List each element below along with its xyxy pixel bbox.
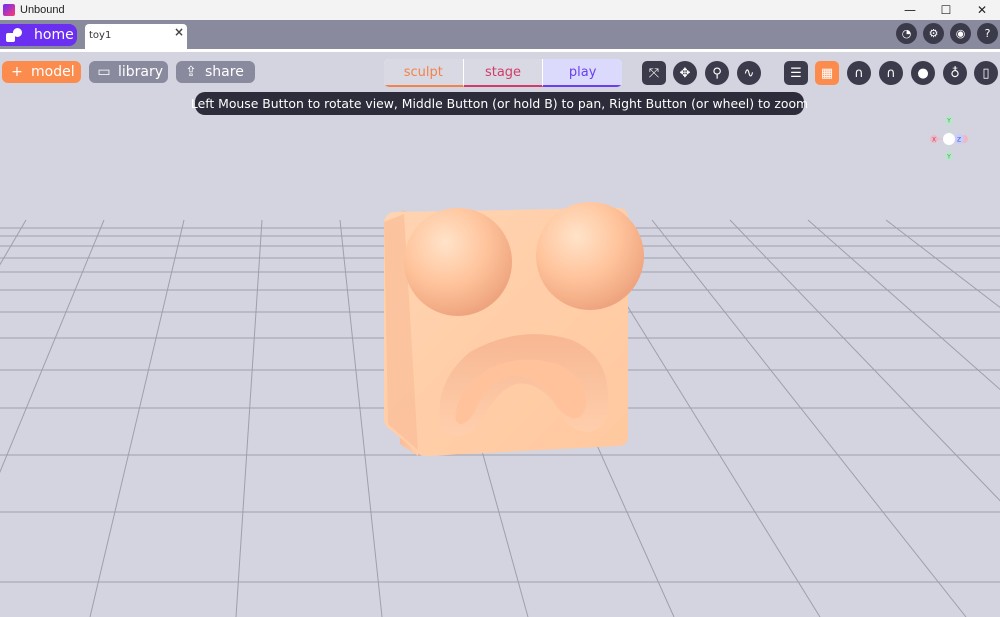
curve-icon[interactable]: ∿: [737, 61, 761, 85]
orientation-gizmo[interactable]: Y X Z Y: [924, 114, 974, 164]
bookmark-icon[interactable]: ▯: [974, 61, 998, 85]
grid-icon[interactable]: ▦: [815, 61, 839, 85]
header-icon-group: ◔ ⚙ ◉?: [896, 23, 998, 44]
home-shapes-icon: [6, 28, 22, 42]
tab-toy1[interactable]: toy1 ×: [85, 24, 187, 50]
title-bar: Unbound — ☐ ✕: [0, 0, 1000, 20]
window-controls: — ☐ ✕: [892, 0, 1000, 20]
tab-label: toy1: [89, 30, 112, 41]
3d-viewport[interactable]: [0, 52, 1000, 617]
tab-play[interactable]: play: [543, 59, 622, 87]
performance-gauge-icon[interactable]: ◔: [896, 23, 917, 44]
pin-icon[interactable]: ⚲: [705, 61, 729, 85]
model-label: model: [31, 64, 75, 80]
add-model-button[interactable]: + model: [2, 61, 81, 83]
gizmo-x: X: [932, 137, 936, 144]
library-label: library: [118, 64, 164, 80]
magnet-icon[interactable]: ∩: [847, 61, 871, 85]
gizmo-y-top: Y: [946, 118, 951, 125]
library-button[interactable]: ▭ library: [89, 61, 168, 83]
share-button[interactable]: ⇪ share: [176, 61, 255, 83]
close-window-button[interactable]: ✕: [964, 0, 1000, 20]
tab-close-icon[interactable]: ×: [174, 25, 184, 39]
share-label: share: [205, 64, 244, 80]
plus-icon: +: [11, 64, 23, 80]
maximize-button[interactable]: ☐: [928, 0, 964, 20]
app-logo-icon: [3, 4, 15, 16]
material-icon[interactable]: ●: [911, 61, 935, 85]
gizmo-z: Z: [957, 137, 961, 144]
navigation-hint: Left Mouse Button to rotate view, Middle…: [191, 92, 808, 115]
axes-gizmo-icon[interactable]: ⤧: [642, 61, 666, 85]
list-icon[interactable]: ☰: [784, 61, 808, 85]
settings-gear-icon[interactable]: ⚙: [923, 23, 944, 44]
home-label: home: [34, 27, 74, 43]
minimize-button[interactable]: —: [892, 0, 928, 20]
toy-model: [384, 202, 644, 456]
folder-icon: ▭: [97, 64, 111, 80]
tab-sculpt[interactable]: sculpt: [384, 59, 464, 87]
tab-stage[interactable]: stage: [463, 59, 544, 87]
tab-strip: home toy1 × ◔ ⚙ ◉?: [0, 20, 1000, 50]
move-icon[interactable]: ✥: [673, 61, 697, 85]
discord-icon[interactable]: ◉: [950, 23, 971, 44]
home-button[interactable]: home: [0, 24, 77, 46]
light-bulb-icon[interactable]: ♁: [943, 61, 967, 85]
help-icon[interactable]: ?: [977, 23, 998, 44]
upload-icon: ⇪: [185, 64, 197, 80]
snap-magnet-icon[interactable]: ∩: [879, 61, 903, 85]
window-title: Unbound: [20, 4, 65, 16]
mode-tabs: sculpt stage play: [384, 59, 622, 87]
gizmo-y-bottom: Y: [946, 154, 951, 161]
